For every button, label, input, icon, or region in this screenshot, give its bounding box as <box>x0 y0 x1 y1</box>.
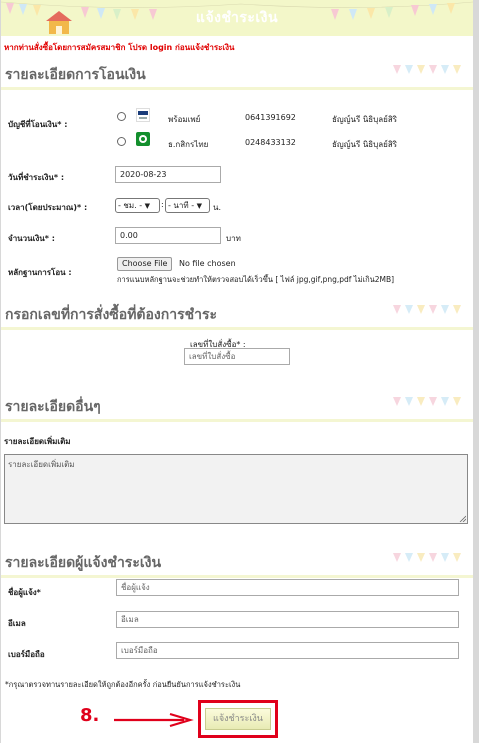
file-status: No file chosen <box>179 259 236 268</box>
submit-payment-button[interactable]: แจ้งชำระเงิน <box>205 708 271 730</box>
account-radio-kasikorn[interactable] <box>117 137 126 146</box>
amount-unit: บาท <box>226 234 241 243</box>
account-bank-name: พร้อมเพย์ <box>168 115 201 124</box>
additional-details-textarea[interactable]: รายละเอียดเพิ่มเติม <box>4 454 468 524</box>
login-warning: หากท่านสั่งซื้อโดยการสมัครสมาชิก โปรด lo… <box>4 43 235 52</box>
section-title: รายละเอียดอื่นๆ <box>5 399 101 415</box>
chevron-down-icon: ▼ <box>196 202 203 210</box>
review-note: *กรุณาตรวจทานรายละเอียดให้ถูกต้องอีกครั้… <box>5 680 241 689</box>
page-border-left <box>0 0 1 743</box>
additional-details-label: รายละเอียดเพิ่มเติม <box>4 437 71 446</box>
flags-decoration <box>393 553 461 562</box>
section-title: กรอกเลขที่การสั่งซื้อที่ต้องการชำระ <box>5 307 218 323</box>
section-header-payer: รายละเอียดผู้แจ้งชำระเงิน <box>1 548 473 578</box>
section-underline <box>1 327 473 330</box>
kasikorn-logo-icon <box>136 132 150 146</box>
account-radio-promptpay[interactable] <box>117 112 126 121</box>
step-number-annotation: 8. <box>80 705 100 726</box>
textarea-placeholder: รายละเอียดเพิ่มเติม <box>8 460 75 469</box>
section-underline <box>1 87 473 90</box>
chevron-down-icon: ▼ <box>144 202 151 210</box>
amount-input[interactable]: 0.00 <box>115 227 221 244</box>
arrow-right-icon <box>114 712 194 728</box>
page-header: แจ้งชำระเงิน <box>1 0 473 36</box>
payment-notice-page: แจ้งชำระเงิน หากท่านสั่งซื้อโดยการสมัครส… <box>0 0 479 743</box>
section-title: รายละเอียดการโอนเงิน <box>5 67 146 83</box>
section-title: รายละเอียดผู้แจ้งชำระเงิน <box>5 555 162 571</box>
section-underline <box>1 419 473 422</box>
hour-select-value: - ชม. - <box>118 201 143 210</box>
account-bank-name: ธ.กสิกรไทย <box>168 140 209 149</box>
section-header-order: กรอกเลขที่การสั่งซื้อที่ต้องการชำระ <box>1 300 473 330</box>
payment-date-label: วันที่ชำระเงิน* : <box>8 173 65 182</box>
hour-select[interactable]: - ชม. - ▼ <box>115 198 160 213</box>
proof-label: หลักฐานการโอน : <box>8 268 72 277</box>
payer-phone-label: เบอร์มือถือ <box>8 650 45 659</box>
page-border-right <box>473 0 479 743</box>
flags-decoration <box>393 397 461 406</box>
page-title: แจ้งชำระเงิน <box>195 10 279 26</box>
minute-select-value: - นาที - <box>168 201 195 210</box>
account-label: บัญชีที่โอนเงิน* : <box>8 120 68 129</box>
time-separator: : <box>161 200 164 209</box>
amount-label: จำนวนเงิน* : <box>8 234 55 243</box>
payer-phone-input[interactable]: เบอร์มือถือ <box>116 642 459 659</box>
choose-file-button[interactable]: Choose File <box>117 257 173 271</box>
flags-decoration <box>393 65 461 74</box>
resize-handle-icon[interactable] <box>459 515 466 522</box>
section-underline <box>1 575 473 578</box>
section-header-transfer: รายละเอียดการโอนเงิน <box>1 60 473 90</box>
payer-email-input[interactable]: อีเมล <box>116 611 459 628</box>
submit-highlight-box: แจ้งชำระเงิน <box>198 700 278 738</box>
flags-decoration <box>393 305 461 314</box>
order-number-input[interactable]: เลขที่ใบสั่งซื้อ <box>184 348 290 365</box>
section-header-other: รายละเอียดอื่นๆ <box>1 392 473 422</box>
account-number: 0641391692 <box>245 113 296 122</box>
payer-name-input[interactable]: ชื่อผู้แจ้ง <box>116 579 459 596</box>
time-unit: น. <box>213 203 222 212</box>
account-holder-name: ธัญญ์นรี นิธิบุลย์สิริ <box>332 115 398 124</box>
payment-time-label: เวลา(โดยประมาณ)* : <box>8 203 88 212</box>
account-holder-name: ธัญญ์นรี นิธิบุลย์สิริ <box>332 140 398 149</box>
minute-select[interactable]: - นาที - ▼ <box>165 198 210 213</box>
account-number: 0248433132 <box>245 138 296 147</box>
proof-hint: การแนบหลักฐานจะช่วยทำให้ตรวจสอบได้เร็วขึ… <box>117 275 395 284</box>
promptpay-logo-icon <box>136 108 150 122</box>
payer-name-label: ชื่อผู้แจ้ง* <box>8 588 41 597</box>
payment-date-input[interactable]: 2020-08-23 <box>115 166 221 183</box>
payer-email-label: อีเมล <box>8 619 26 628</box>
